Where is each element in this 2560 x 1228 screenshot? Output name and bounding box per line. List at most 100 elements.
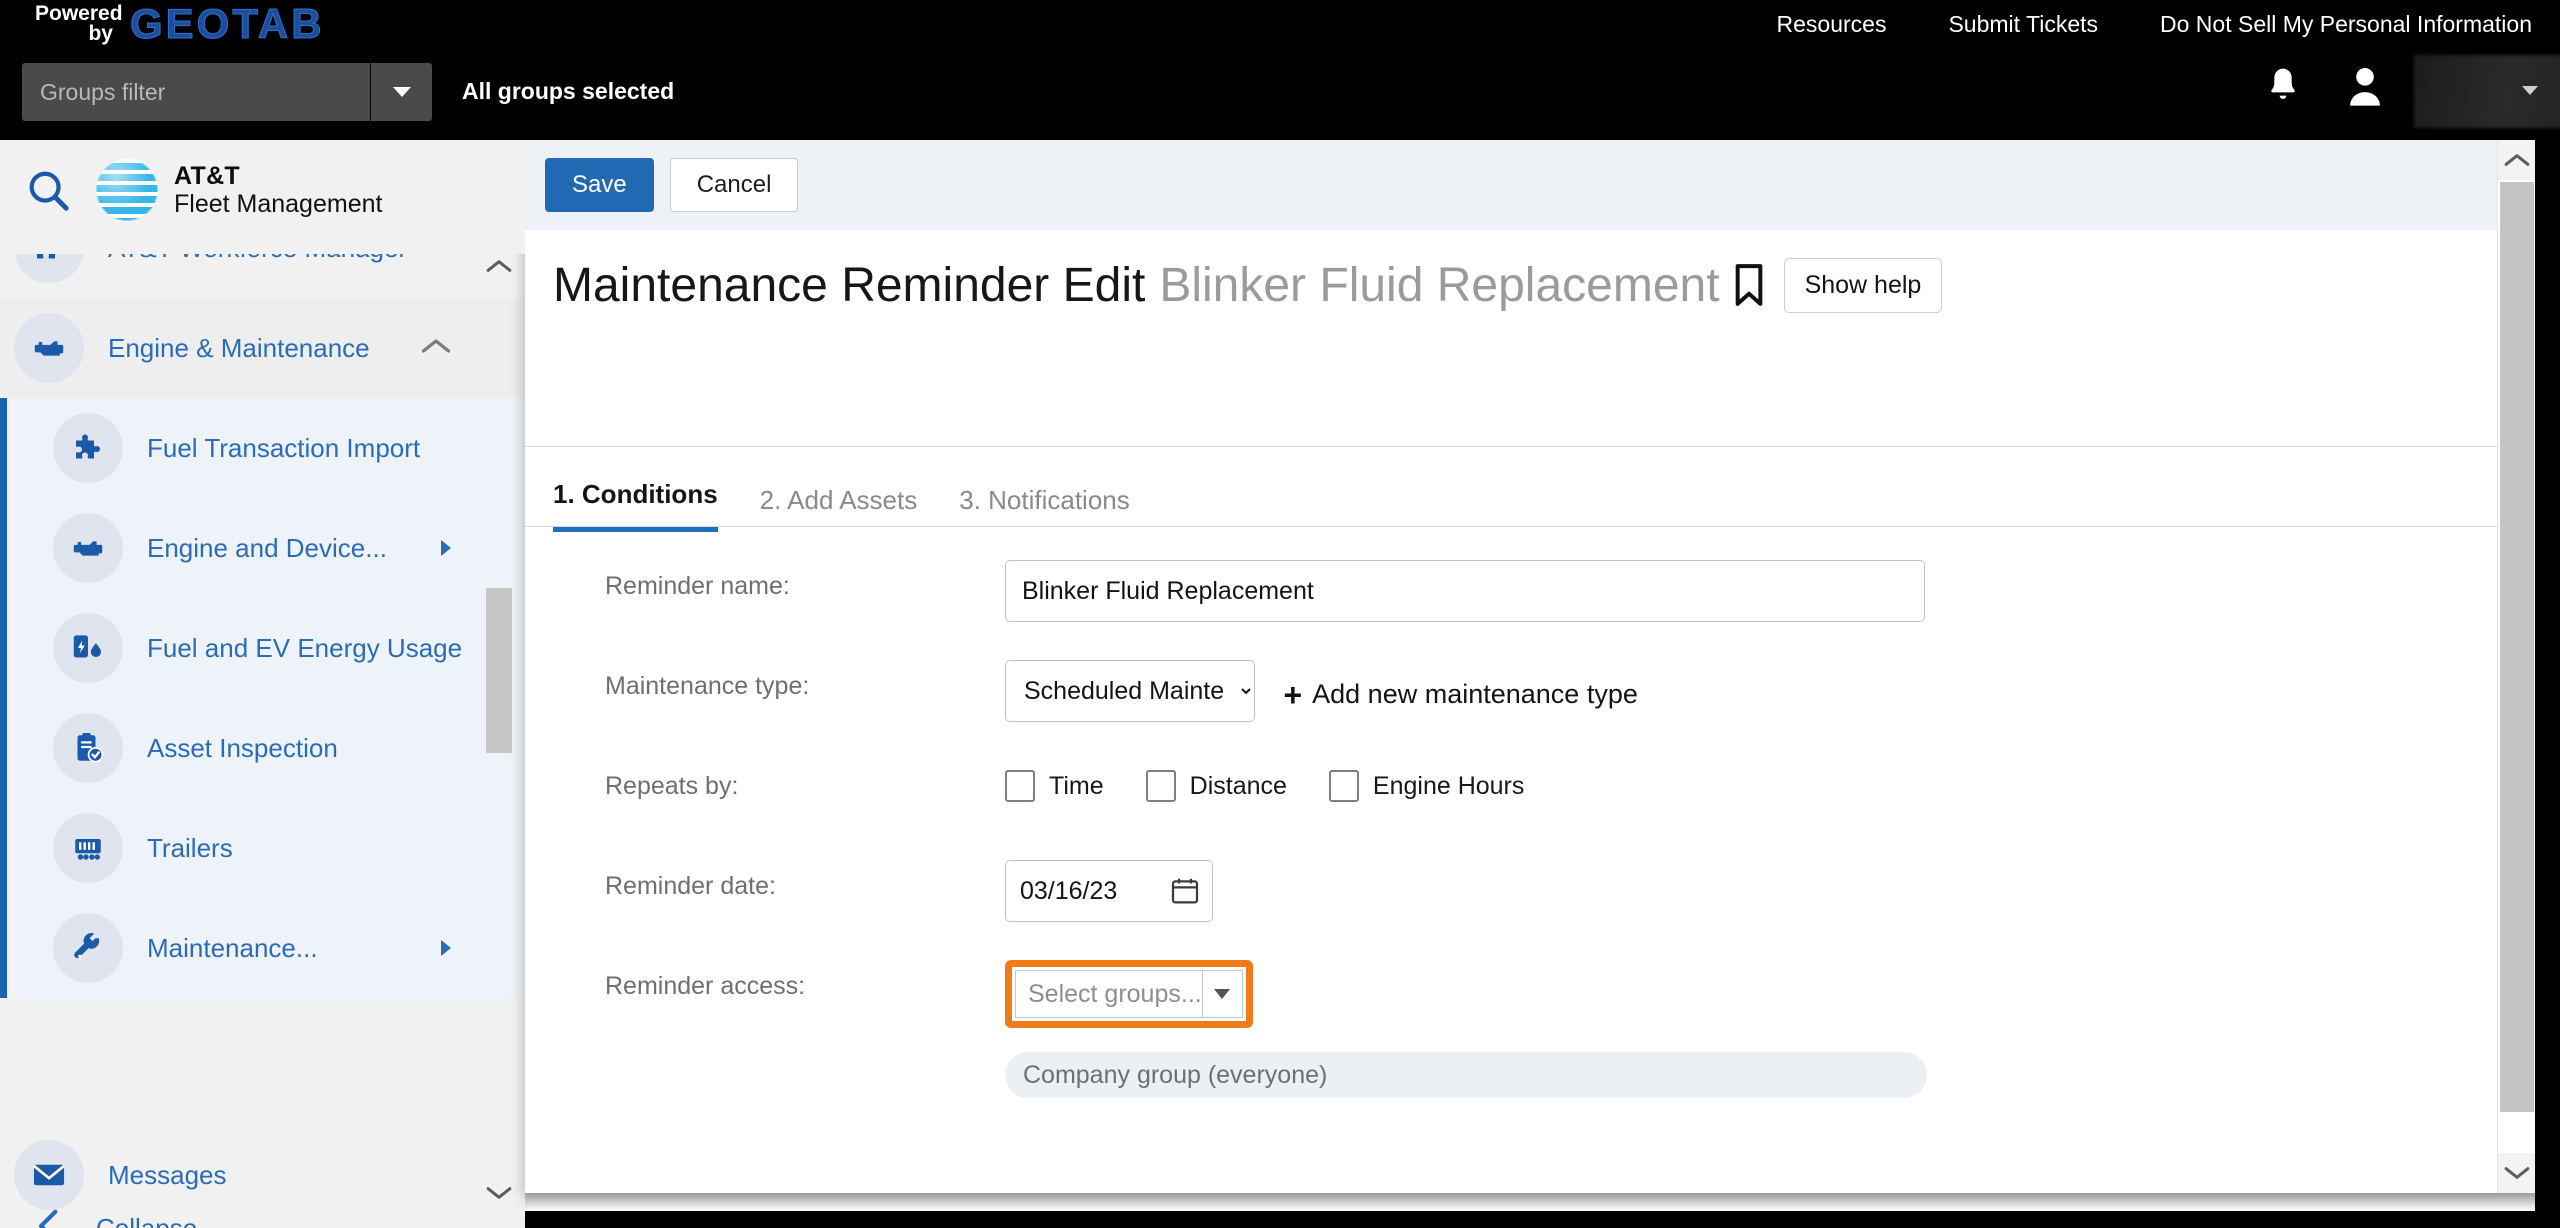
clipboard-check-icon [53, 713, 123, 783]
checkbox-engine-hours-label: Engine Hours [1372, 771, 1525, 800]
sidebar-item-fuel-and-ev-energy-usage[interactable]: Fuel and EV Energy Usage [7, 598, 525, 698]
groups-filter-input[interactable] [22, 63, 370, 121]
main-scroll-thumb[interactable] [2500, 182, 2534, 1112]
att-brand: AT&T Fleet Management [96, 159, 382, 221]
reminder-date-label: Reminder date: [605, 872, 776, 900]
bookmark-icon[interactable] [1732, 262, 1766, 308]
nav-link-submit-tickets[interactable]: Submit Tickets [1948, 11, 2098, 38]
reminder-access-dropdown-button[interactable] [1201, 971, 1242, 1017]
nav-link-do-not-sell[interactable]: Do Not Sell My Personal Information [2160, 11, 2532, 38]
main-scroll-up-button[interactable] [2498, 140, 2535, 180]
engine-icon [53, 513, 123, 583]
reminder-access-highlight: Select groups... [1005, 960, 1253, 1028]
reminder-access-group-select[interactable]: Select groups... [1015, 970, 1243, 1018]
sidebar-item-label: Fuel Transaction Import [147, 432, 421, 463]
att-globe-logo-icon [96, 159, 158, 221]
sidebar-item-asset-inspection[interactable]: Asset Inspection [7, 698, 525, 798]
trailer-icon [53, 813, 123, 883]
sidebar-item-label: Engine & Maintenance [108, 332, 370, 363]
page-subtitle: Blinker Fluid Replacement [1159, 258, 1720, 312]
sidebar-collapse-button[interactable]: Collapse [0, 1188, 525, 1228]
sidebar-item-engine-and-maintenance[interactable]: Engine & Maintenance [0, 298, 525, 398]
tab-notifications[interactable]: 3. Notifications [959, 485, 1130, 532]
sidebar-nav-scroll: AT&T Workforce Manager Engine & Maintena… [0, 240, 525, 1125]
notification-bell-icon[interactable] [2263, 65, 2303, 114]
maintenance-type-select[interactable]: Scheduled Maintenance [1005, 660, 1255, 722]
top-bar: Powered by GEOTAB Resources Submit Ticke… [0, 0, 2560, 140]
sidebar-scrollbar[interactable] [479, 240, 519, 1215]
page-title-row: Maintenance Reminder Edit Blinker Fluid … [525, 230, 2535, 340]
chevron-down-icon [392, 87, 411, 97]
tab-add-assets[interactable]: 2. Add Assets [760, 485, 918, 532]
sidebar-item-label: Fuel and EV Energy Usage [147, 632, 463, 663]
tabs-bottom-divider [525, 526, 2535, 527]
search-icon[interactable] [0, 167, 96, 213]
sidebar-scroll-mask [0, 240, 525, 254]
sidebar-item-maintenance[interactable]: Maintenance... [7, 898, 525, 998]
save-button[interactable]: Save [545, 158, 654, 212]
att-brand-text: AT&T Fleet Management [174, 162, 382, 219]
engine-icon [14, 313, 84, 383]
tab-bar: 1. Conditions 2. Add Assets 3. Notificat… [525, 470, 2535, 532]
calendar-icon[interactable] [1170, 876, 1200, 906]
reminder-access-placeholder: Select groups... [1028, 979, 1202, 1008]
sidebar-item-label: Asset Inspection [147, 732, 338, 763]
groups-filter-dropdown-button[interactable] [370, 63, 432, 121]
geotab-logo: GEOTAB [130, 0, 325, 48]
form-row-reminder-date: Reminder date: [525, 860, 2535, 960]
sidebar-item-fuel-transaction-import[interactable]: Fuel Transaction Import [7, 398, 525, 498]
repeats-by-checkbox-group: Time Distance Engine Hours [1005, 760, 2535, 802]
main-scrollbar[interactable] [2497, 140, 2535, 1193]
nav-link-resources[interactable]: Resources [1777, 11, 1887, 38]
chevron-right-icon [441, 540, 451, 556]
chevron-up-icon[interactable] [421, 336, 451, 361]
sidebar-collapse-label: Collapse [96, 1212, 198, 1228]
sidebar-subgroup-engine-and-maintenance: Fuel Transaction Import Engine and Devic… [0, 398, 525, 998]
checkbox-time-label: Time [1049, 771, 1104, 800]
sidebar-item-label: Trailers [147, 832, 233, 863]
repeats-by-label: Repeats by: [605, 772, 739, 800]
reminder-name-input[interactable] [1005, 560, 1925, 622]
tabs-top-divider [525, 446, 2535, 447]
groups-filter[interactable] [22, 63, 432, 121]
sidebar-item-engine-and-device[interactable]: Engine and Device... [7, 498, 525, 598]
tab-conditions[interactable]: 1. Conditions [553, 479, 718, 532]
checkbox-distance-label: Distance [1189, 771, 1287, 800]
show-help-button[interactable]: Show help [1783, 257, 1943, 313]
sidebar-scroll-up-button[interactable] [483, 250, 515, 282]
plus-icon: + [1283, 676, 1303, 713]
sidebar-item-label: Maintenance... [147, 932, 318, 963]
user-menu-chevron-down-icon[interactable] [2522, 86, 2538, 95]
checkbox-distance[interactable] [1145, 770, 1176, 802]
sidebar-item-label: Messages [108, 1159, 227, 1190]
chevron-left-icon [34, 1207, 64, 1228]
chevron-right-icon [441, 940, 451, 956]
form-row-reminder-name: Reminder name: [525, 560, 2535, 660]
sidebar-item-trailers[interactable]: Trailers [7, 798, 525, 898]
reminder-name-label: Reminder name: [605, 572, 790, 600]
checkbox-time[interactable] [1005, 770, 1035, 802]
att-brand-line2: Fleet Management [174, 190, 383, 218]
checkbox-engine-hours[interactable] [1328, 770, 1359, 802]
main-scroll-down-button[interactable] [2498, 1153, 2535, 1193]
reminder-date-field[interactable] [1005, 860, 1213, 922]
powered-by-line2: by [88, 22, 113, 45]
user-name-redacted[interactable] [2414, 55, 2560, 128]
top-nav: Resources Submit Tickets Do Not Sell My … [1777, 4, 2532, 44]
reminder-date-input[interactable] [1020, 876, 1170, 906]
wrench-icon [53, 913, 123, 983]
reminder-access-chip[interactable]: Company group (everyone) [1005, 1052, 1927, 1098]
all-groups-status: All groups selected [462, 78, 675, 104]
form-row-maintenance-type: Maintenance type: Scheduled Maintenance … [525, 660, 2535, 760]
sidebar-item-label: Engine and Device... [147, 532, 387, 563]
sidebar-scroll-thumb[interactable] [486, 588, 512, 753]
add-new-maintenance-type-link[interactable]: + Add new maintenance type [1283, 676, 1637, 713]
user-person-icon[interactable] [2346, 65, 2384, 114]
reminder-access-label: Reminder access: [605, 972, 806, 1000]
sidebar-scroll-down-button[interactable] [483, 1177, 515, 1209]
fuel-ev-icon [53, 613, 123, 683]
cancel-button[interactable]: Cancel [669, 158, 799, 212]
form-row-reminder-access: Reminder access: Select groups... Compan… [525, 960, 2535, 1098]
sidebar-header: AT&T Fleet Management [0, 140, 525, 240]
panel-bottom-shadow [525, 1193, 2535, 1211]
